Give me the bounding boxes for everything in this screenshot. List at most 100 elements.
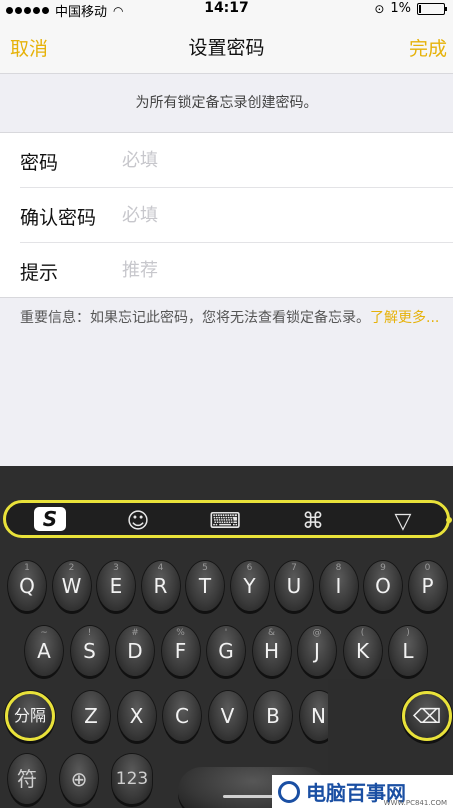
hint-row: 提示 [20, 243, 453, 297]
key-l[interactable]: ) L [389, 626, 427, 676]
key-r[interactable]: 4R [141, 561, 180, 611]
globe-icon[interactable]: ⊕ [60, 754, 98, 804]
number-key[interactable]: 123 [112, 754, 152, 804]
key-label: I [335, 574, 342, 598]
key-label: F [174, 639, 187, 663]
key-k[interactable]: (K [343, 626, 382, 676]
key-secondary-label: 7 [291, 563, 297, 573]
key-label: N [311, 704, 326, 728]
key-label: H [263, 639, 280, 663]
key-label: R [153, 574, 168, 598]
key-p[interactable]: 0P [408, 561, 447, 611]
key-secondary-label: 5 [202, 563, 208, 573]
key-secondary-label: 1 [24, 563, 30, 573]
confirm-password-row: 确认密码 [20, 188, 453, 243]
key-h[interactable]: & H [252, 626, 291, 676]
key-w[interactable]: 2W [52, 561, 91, 611]
key-i[interactable]: 8I [319, 561, 358, 611]
key-v[interactable]: V [208, 691, 247, 741]
rotation-lock-icon: ⊙ [374, 1, 385, 16]
confirm-password-field[interactable] [122, 201, 432, 229]
key-secondary-label: 4 [157, 563, 164, 573]
section-header-note: 为所有锁定备忘录创建密码。 [0, 74, 453, 132]
key-s[interactable]: ! S [70, 626, 109, 676]
key-label: C [175, 704, 189, 728]
toolbar-handle [446, 517, 452, 523]
delete-icon[interactable]: ⌫ [402, 691, 452, 741]
done-button[interactable]: 完成 [409, 34, 447, 61]
hint-field[interactable] [122, 256, 432, 284]
key-secondary-label: ~ [40, 628, 48, 638]
info-note: 重要信息：如果忘记此密码，您将无法查看锁定备忘录。了解更多... [20, 307, 440, 329]
status-bar: 中国移动 ◠ 14:17 ⊙ 1% [0, 0, 453, 20]
keyboard-toolbar: S ☺ ⌨ ⌘ ▽ [3, 500, 452, 538]
navigation-bar: 取消 设置密码 完成 [0, 18, 453, 74]
key-secondary-label: ) [406, 628, 410, 638]
watermark-url: WWW.PC841.COM [383, 799, 447, 807]
password-row: 密码 [20, 133, 453, 188]
key-o[interactable]: 9O [364, 561, 402, 611]
key-b[interactable]: B [254, 691, 292, 741]
key-j[interactable]: @ J [298, 626, 336, 676]
key-label: J [314, 639, 320, 663]
key-q[interactable]: 1Q [8, 561, 46, 611]
battery-percent: 1% [390, 1, 411, 16]
symbol-key[interactable]: 符 [8, 754, 46, 804]
key-t[interactable]: 5T [186, 561, 224, 611]
key-d[interactable]: # D [116, 626, 154, 676]
key-secondary-label: @ [312, 628, 322, 638]
battery-icon [417, 2, 447, 15]
info-text: 重要信息：如果忘记此密码，您将无法查看锁定备忘录。 [20, 310, 370, 326]
key-label: W [61, 574, 82, 598]
key-label: Z [84, 704, 98, 728]
key-label: V [220, 704, 235, 728]
key-label: T [198, 574, 212, 598]
status-right: ⊙ 1% [374, 1, 447, 16]
key-label: S [83, 639, 96, 663]
watermark: 电脑百事网 WWW.PC841.COM [272, 775, 453, 808]
keyboard-icon[interactable]: ⌨ [209, 508, 241, 534]
learn-more-link[interactable]: 了解更多... [370, 310, 439, 326]
key-label: L [402, 639, 414, 663]
collapse-icon[interactable]: ▽ [388, 508, 418, 534]
key-label: Y [243, 574, 256, 598]
key-a[interactable]: ~ A [25, 626, 63, 676]
key-secondary-label: 0 [424, 563, 431, 573]
key-u[interactable]: 7U [275, 561, 313, 611]
key-label: U [286, 574, 302, 598]
password-form: 密码 确认密码 提示 [0, 132, 453, 298]
key-e[interactable]: 3E [97, 561, 135, 611]
key-label: K [355, 639, 370, 663]
key-secondary-label: # [131, 628, 139, 638]
key-label: A [37, 639, 51, 663]
key-f[interactable]: % F [161, 626, 200, 676]
key-secondary-label: ( [360, 628, 365, 638]
key-secondary-label: 8 [335, 563, 342, 573]
command-icon[interactable]: ⌘ [298, 508, 328, 534]
password-label: 密码 [20, 152, 59, 174]
key-label: O [375, 574, 391, 598]
key-y[interactable]: 6Y [230, 561, 269, 611]
key-x[interactable]: X [117, 691, 156, 741]
key-c[interactable]: C [163, 691, 201, 741]
key-g[interactable]: ' G [207, 626, 245, 676]
confirm-password-label: 确认密码 [20, 207, 97, 229]
key-label: P [421, 574, 434, 598]
key-secondary-label: 2 [68, 563, 75, 573]
watermark-logo-icon [278, 780, 300, 803]
password-field[interactable] [122, 146, 432, 174]
key-secondary-label: 6 [246, 563, 253, 573]
key-label: D [127, 639, 143, 663]
key-label: Q [19, 574, 35, 598]
emoji-icon[interactable]: ☺ [123, 508, 153, 534]
sogou-logo-icon[interactable]: S [34, 507, 66, 531]
key-secondary-label: 3 [113, 563, 119, 573]
key-label: G [218, 639, 234, 663]
key-label: E [109, 574, 123, 598]
key-label: B [266, 704, 280, 728]
hint-label: 提示 [20, 262, 59, 284]
key-secondary-label: ' [224, 628, 228, 638]
page-title: 设置密码 [188, 37, 265, 59]
split-key[interactable]: 分隔 [5, 691, 55, 741]
key-z[interactable]: Z [72, 691, 110, 741]
